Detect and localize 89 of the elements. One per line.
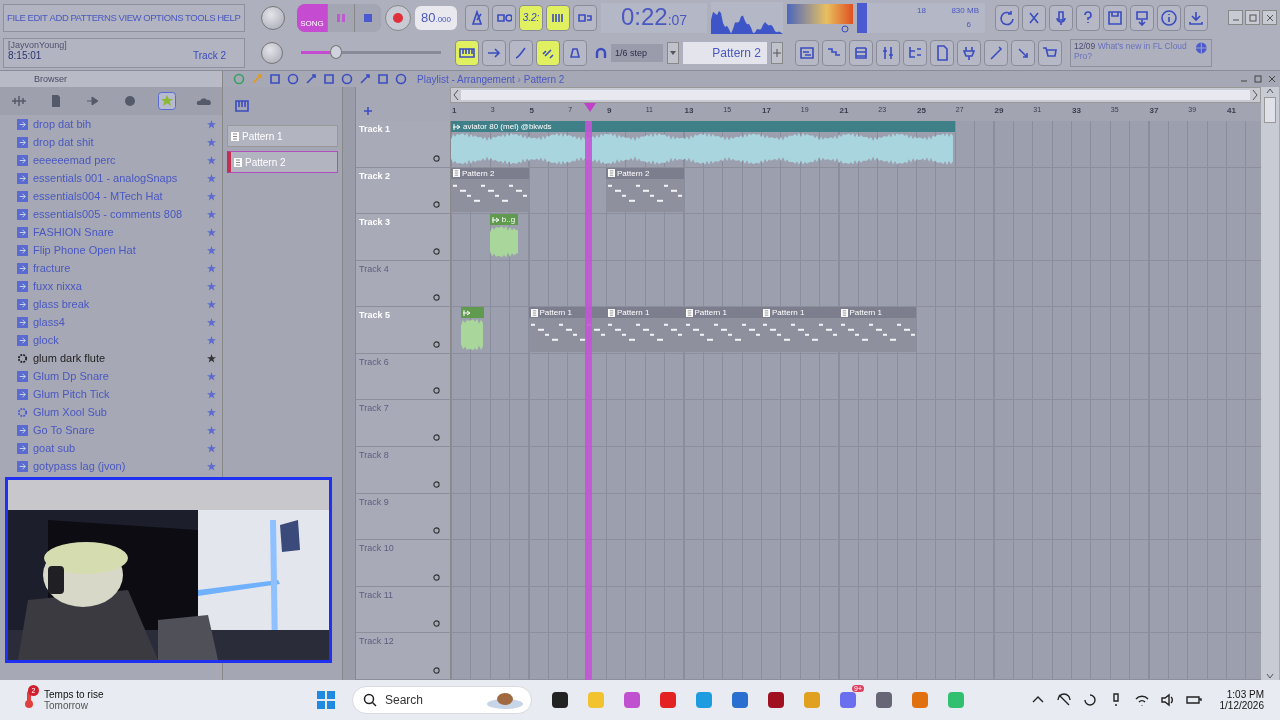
pattern-clip-header[interactable]: Pattern 1 — [528, 307, 606, 319]
browser-item[interactable]: fracture — [0, 259, 222, 277]
browser-item[interactable]: FASHION Snare — [0, 223, 222, 241]
track-lane[interactable]: Pattern 1 Pattern 1 Pattern 1 Pattern 1 Pattern 1 — [451, 307, 1261, 353]
track-name: Track 4 — [359, 263, 389, 274]
browser-item[interactable]: gotypass lag (jvon) — [0, 457, 222, 475]
browser-item[interactable]: essentials005 - comments 808 — [0, 205, 222, 223]
menu-item[interactable]: ADD — [49, 12, 69, 23]
track-lane[interactable]: aviator 80 (mel) @bkwds — [451, 121, 1261, 167]
menu-item[interactable]: FILE — [7, 12, 26, 23]
snap-dropdown[interactable]: 1/6 step — [611, 43, 663, 62]
pattern-clip-header[interactable]: Pattern 1 — [761, 307, 839, 319]
user-name: [JayvonYoung] — [8, 39, 68, 50]
browser-item[interactable]: essentials 001 - analogSnaps — [0, 169, 222, 187]
browser-item[interactable]: Flip Phone Open Hat — [0, 241, 222, 259]
pattern-item[interactable]: Pattern 2 — [227, 151, 338, 173]
track-name: Track 1 — [359, 124, 391, 134]
track-lane[interactable]: b..g — [451, 214, 1261, 260]
audio-clip-header[interactable]: aviator 80 (mel) @bkwds — [451, 121, 955, 132]
browser-item[interactable]: essentials004 - MTech Hat — [0, 187, 222, 205]
menu-item[interactable]: TOOLS — [185, 12, 216, 23]
browser-item[interactable]: Go To Snare — [0, 421, 222, 439]
track-header[interactable]: Track 3 — [356, 214, 451, 260]
track-header[interactable]: Track 4 — [356, 260, 451, 307]
browser-item[interactable]: Glum Pitch Tick — [0, 385, 222, 403]
pattern-selector[interactable]: Pattern 2 — [683, 41, 767, 64]
pattern-item[interactable]: Pattern 1 — [227, 125, 338, 147]
menu-item[interactable]: EDIT — [27, 12, 48, 23]
menu-item[interactable]: VIEW — [118, 12, 142, 23]
track-header[interactable]: Track 10 — [356, 540, 451, 586]
pattern-clip-header[interactable]: Pattern 2 — [606, 167, 684, 179]
track-name: Track 7 — [359, 403, 389, 414]
system-clock[interactable]: 1:03 PM 1/12/2026 — [1219, 689, 1264, 711]
weather-title: Temps to rise — [44, 689, 104, 700]
track-header[interactable]: Track 11 — [356, 586, 451, 633]
playlist-title: Playlist - Arrangement › Pattern 2 — [417, 73, 565, 85]
clock-date: 1/12/2026 — [1219, 700, 1264, 711]
hint-target: Track 2 — [193, 49, 226, 61]
browser-item[interactable]: glass break — [0, 295, 222, 313]
audio-clip-header[interactable]: b..g — [489, 214, 518, 226]
track-name: Track 2 — [359, 170, 391, 181]
menu-item[interactable]: PATTERNS — [70, 12, 117, 23]
track-header[interactable]: Track 12 — [356, 633, 451, 679]
browser-item[interactable]: glass4 — [0, 313, 222, 331]
browser-item[interactable]: glock — [0, 331, 222, 349]
browser-title: Browser — [34, 74, 67, 84]
track-name: Track 11 — [359, 589, 393, 600]
pattern-clip-header[interactable]: Pattern 1 — [606, 307, 684, 319]
browser-item[interactable]: drop dat bih — [0, 115, 222, 133]
browser-item[interactable]: goat sub — [0, 439, 222, 457]
song-mode-button[interactable]: SONG — [297, 3, 327, 32]
browser-item[interactable]: eeeeeemad perc — [0, 151, 222, 169]
tempo-field[interactable]: 80.000 — [415, 5, 457, 30]
track-header[interactable]: Track 2 — [356, 167, 451, 214]
track-name: Track 5 — [359, 310, 391, 321]
browser-item[interactable]: Glum Dp Snare — [0, 367, 222, 385]
voice-count: 18 — [917, 5, 926, 15]
song-position: 8:15:01 — [8, 49, 42, 61]
track-name: Track 10 — [359, 543, 394, 554]
menu-item[interactable]: OPTIONS — [143, 12, 184, 23]
track-name: Track 6 — [359, 356, 389, 367]
track-name: Track 12 — [359, 636, 394, 647]
news-text: 12/09 What's new in FL Cloud Pro? — [1074, 40, 1188, 62]
browser-item[interactable]: glum dark flute — [0, 349, 222, 367]
cpu-usage: 6 — [966, 19, 971, 29]
track-header[interactable]: Track 5 — [356, 307, 451, 353]
track-header[interactable]: Track 7 — [356, 400, 451, 447]
menu-item[interactable]: HELP — [217, 12, 241, 23]
memory-usage: 830 MB — [951, 5, 979, 15]
track-header[interactable]: Track 1 — [356, 121, 451, 167]
track-header[interactable]: Track 6 — [356, 353, 451, 400]
countdown-button[interactable]: 3.2: — [519, 4, 543, 31]
pattern-clip-header[interactable]: Pattern 2 — [451, 167, 529, 179]
track-header[interactable]: Track 9 — [356, 493, 451, 540]
track-lane[interactable]: Pattern 2 Pattern 2 — [451, 167, 1261, 214]
browser-item[interactable]: fuxx nixxa — [0, 277, 222, 295]
news-panel[interactable]: 12/09 What's new in FL Cloud Pro? — [1070, 38, 1212, 67]
clock-time: 1:03 PM — [1226, 689, 1264, 700]
track-header[interactable]: Track 8 — [356, 447, 451, 493]
pattern-clip-header[interactable]: Pattern 1 — [838, 307, 916, 319]
browser-item[interactable]: Glum Xool Sub — [0, 403, 222, 421]
time-display: 0:22:07 — [601, 2, 707, 33]
track-name: Track 3 — [359, 217, 391, 228]
search-field[interactable]: Search — [352, 686, 532, 714]
track-name: Track 8 — [359, 450, 389, 461]
browser-item[interactable]: drop dat shit — [0, 133, 222, 151]
pattern-clip-header[interactable]: Pattern 1 — [683, 307, 761, 319]
track-name: Track 9 — [359, 496, 389, 507]
weather-subtitle: Tomorrow — [44, 700, 89, 711]
